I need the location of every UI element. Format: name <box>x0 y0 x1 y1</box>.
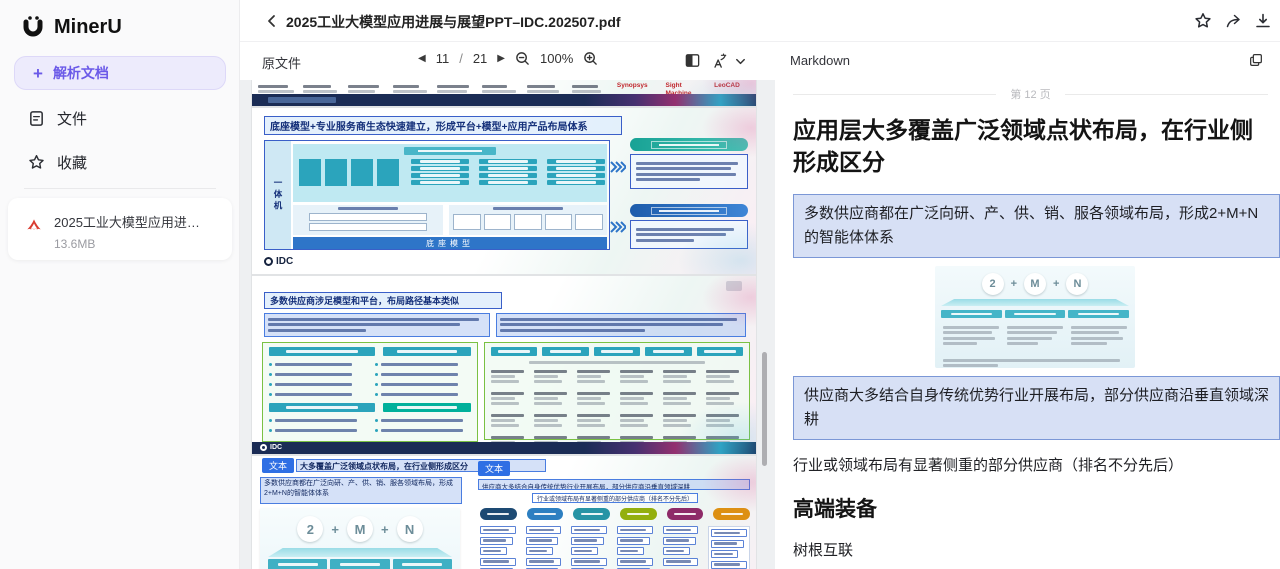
file-size: 13.6MB <box>54 237 96 251</box>
pdf-page-4[interactable]: 文本 大多覆盖广泛领域点状布局，在行业侧形成区分 多数供应商都在广泛向研、产、供… <box>252 456 756 569</box>
industry-vendor-stacks <box>480 526 751 569</box>
markdown-heading: 应用层大多覆盖广泛领域点状布局，在行业侧形成区分 <box>793 117 1253 175</box>
formula-circle: 2 <box>981 273 1004 295</box>
slide-subline[interactable]: 行业或领域布局有显著侧重的部分供应商（排名不分先后） <box>532 493 698 503</box>
page-marker: 第 12 页 <box>1010 89 1051 101</box>
left-capability-panel <box>262 342 478 442</box>
sidebar-item-label: 文件 <box>57 110 88 128</box>
markdown-paragraph: 行业或领域布局有显著侧重的部分供应商（排名不分先后） <box>793 457 1184 474</box>
share-icon[interactable] <box>1224 12 1242 30</box>
back-button[interactable] <box>264 13 282 31</box>
markdown-highlight-block[interactable]: 供应商大多结合自身传统优势行业开展布局，部分供应商沿垂直领域深耕 <box>793 376 1280 440</box>
annotation-tag-text[interactable]: 文本 <box>478 461 510 476</box>
zoom-out-icon[interactable] <box>515 51 530 66</box>
idc-logo: IDC <box>264 256 293 267</box>
annotation-tag-text[interactable]: 文本 <box>262 458 294 473</box>
slide-title[interactable]: 底座模型+专业服务商生态快速建立，形成平台+模型+应用产品布局体系 <box>264 116 622 135</box>
pdf-file-icon <box>24 216 44 236</box>
markdown-figure[interactable]: 2 + M + N <box>935 266 1135 368</box>
markdown-tab[interactable]: Markdown <box>790 53 850 68</box>
right-vendor-panel <box>484 342 750 449</box>
content-split: Synopsys Sight Machine LeoCAD 底座模型+专业服务商… <box>240 80 1280 569</box>
chevron-arrow-icon <box>610 220 626 234</box>
architecture-diagram: 一体机 底座模型 <box>264 140 610 250</box>
vendor-item: 树根互联 <box>793 542 854 559</box>
plus-icon: + <box>33 63 43 83</box>
document-header: 2025工业大模型应用进展与展望PPT–IDC.202507.pdf <box>240 0 1280 42</box>
sidebar-item-label: 收藏 <box>57 154 88 172</box>
prev-page-icon[interactable]: ◀ <box>418 53 426 64</box>
page-marker-row: 第 12 页 <box>793 86 1280 102</box>
side-card-2 <box>630 204 748 249</box>
side-card-1 <box>630 138 748 189</box>
download-icon[interactable] <box>1254 12 1272 30</box>
pdf-page-2[interactable]: 底座模型+专业服务商生态快速建立，形成平台+模型+应用产品布局体系 一体机 底座… <box>252 108 756 274</box>
formula-plus: + <box>381 521 389 537</box>
markdown-highlight-block[interactable]: 多数供应商都在广泛向研、产、供、销、服各领域布局，形成2+M+N的智能体体系 <box>793 194 1280 258</box>
chevron-down-icon[interactable] <box>734 55 752 73</box>
idc-logo: IDC <box>260 444 282 451</box>
slide-paragraph-box[interactable] <box>496 313 746 337</box>
pdf-scrollbar-thumb[interactable] <box>762 352 767 466</box>
sidebar: MinerU + 解析文档 文件 收藏 2025工业大模型应用进展... 13.… <box>0 0 240 569</box>
document-title: 2025工业大模型应用进展与展望PPT–IDC.202507.pdf <box>286 14 621 30</box>
split-view-icon[interactable] <box>684 52 702 70</box>
formula-circle: N <box>396 516 423 542</box>
page-navigation: ◀ 11 / 21 ▶ 100% <box>418 51 598 66</box>
sidebar-item-files[interactable]: 文件 <box>14 100 226 136</box>
next-page-icon[interactable]: ▶ <box>497 53 505 64</box>
industry-pills-row <box>480 508 751 520</box>
zoom-in-icon[interactable] <box>583 51 598 66</box>
slide-highlight-line[interactable]: 供应商大多结合自身传统优势行业开展布局，部分供应商沿垂直领域深耕 <box>478 479 750 490</box>
app-title: MinerU <box>54 15 122 38</box>
parse-document-label: 解析文档 <box>52 65 109 81</box>
sidebar-divider <box>24 188 216 189</box>
slide-title[interactable]: 多数供应商涉足模型和平台，布局路径基本类似 <box>264 292 502 309</box>
app-window: MinerU + 解析文档 文件 收藏 2025工业大模型应用进展... 13.… <box>0 0 1280 569</box>
page-separator: / <box>459 51 463 66</box>
zoom-level: 100% <box>540 51 574 66</box>
viewer-toolbar: 原文件 ◀ 11 / 21 ▶ 100% Markdown <box>240 42 1280 80</box>
parse-document-button[interactable]: + 解析文档 <box>14 56 226 90</box>
slide-footer-bar <box>252 94 756 106</box>
favorite-star-icon[interactable] <box>1194 12 1212 30</box>
page-total: 21 <box>472 51 488 66</box>
translate-icon[interactable] <box>712 52 730 70</box>
pdf-viewer-pane[interactable]: Synopsys Sight Machine LeoCAD 底座模型+专业服务商… <box>240 80 775 569</box>
mineru-logo-icon <box>20 14 46 40</box>
file-list-item[interactable]: 2025工业大模型应用进展... 13.6MB <box>8 198 232 260</box>
formula-circle: M <box>1024 273 1046 295</box>
slide-paragraph-box[interactable]: 多数供应商都在广泛向研、产、供、销、服各领域布局，形成2+M+N的智能体体系 <box>260 477 462 504</box>
pdf-page-3[interactable]: 多数供应商涉足模型和平台，布局路径基本类似 IDC <box>252 276 756 454</box>
star-icon <box>28 154 45 171</box>
source-file-tab[interactable]: 原文件 <box>262 53 301 72</box>
file-icon <box>28 110 45 127</box>
copy-icon[interactable] <box>1248 52 1266 70</box>
formula-plus: + <box>331 521 339 537</box>
formula-plus: + <box>1010 278 1017 290</box>
pdf-page-1[interactable]: Synopsys Sight Machine LeoCAD <box>252 80 756 106</box>
slide-paragraph-box[interactable] <box>264 313 490 337</box>
base-model-bar: 底座模型 <box>293 237 607 249</box>
formula-circle: M <box>347 516 373 542</box>
markdown-subheading: 高端装备 <box>793 498 877 521</box>
sidebar-item-favorites[interactable]: 收藏 <box>14 144 226 180</box>
chevron-arrow-icon <box>610 160 626 174</box>
formula-circle: 2 <box>297 516 324 542</box>
page-current: 11 <box>435 51 450 66</box>
markdown-pane[interactable]: 第 12 页 应用层大多覆盖广泛领域点状布局，在行业侧形成区分 多数供应商都在广… <box>775 80 1280 569</box>
app-logo: MinerU <box>0 0 239 40</box>
main-area: 2025工业大模型应用进展与展望PPT–IDC.202507.pdf 原文件 ◀… <box>240 0 1280 569</box>
diagram-side-label: 一体机 <box>273 177 283 213</box>
slide-corner-icon <box>726 281 742 291</box>
file-name: 2025工业大模型应用进展... <box>54 215 210 230</box>
formula-plus: + <box>1053 278 1060 290</box>
formula-panel: 2 + M + N <box>260 508 460 569</box>
slide-footer-bar: IDC <box>252 442 756 454</box>
formula-circle: N <box>1066 273 1089 295</box>
